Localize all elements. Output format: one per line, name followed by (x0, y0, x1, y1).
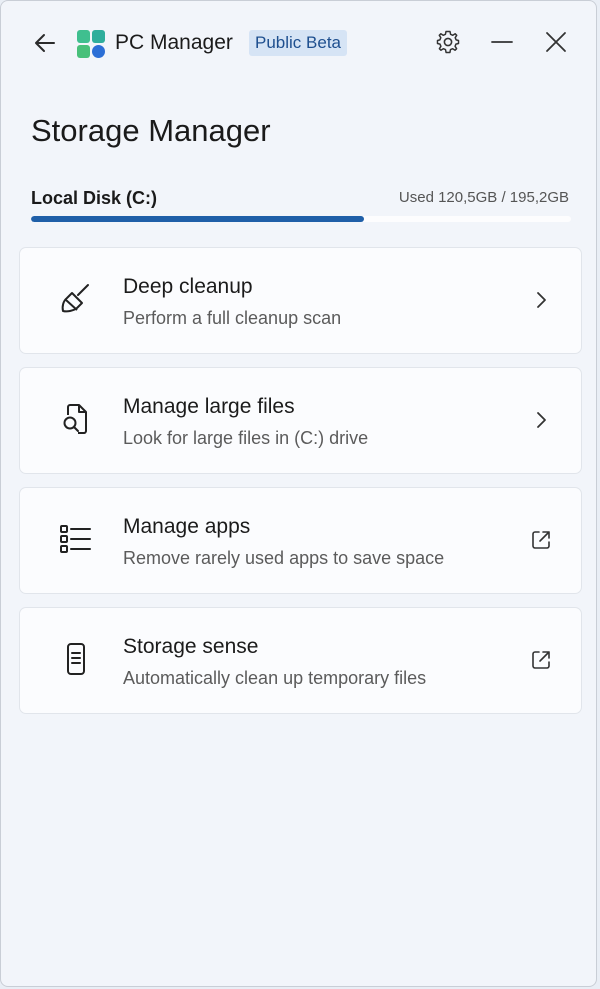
back-button[interactable] (31, 29, 59, 57)
gear-icon (436, 30, 460, 54)
option-description: Look for large files in (C:) drive (123, 428, 369, 448)
option-title: Deep cleanup (123, 275, 253, 298)
disk-usage-text: Used 120,5GB / 195,2GB (398, 189, 569, 206)
settings-button[interactable] (433, 27, 463, 57)
close-button[interactable] (541, 27, 571, 57)
chevron-right-icon (537, 412, 546, 428)
page-title: Storage Manager (31, 113, 271, 148)
minimize-button[interactable] (487, 27, 517, 57)
broom-icon (61, 284, 89, 313)
open-external-icon (532, 531, 550, 549)
disk-label: Local Disk (C:) (31, 188, 158, 208)
option-title: Manage large files (123, 395, 295, 418)
option-description: Automatically clean up temporary files (123, 668, 427, 688)
phone-storage-icon (67, 643, 85, 675)
manage-large-files-card[interactable]: Manage large files Look for large files … (19, 367, 582, 474)
title-bar: PC Manager Public Beta (1, 1, 596, 85)
file-search-icon (63, 404, 87, 434)
storage-sense-card[interactable]: Storage sense Automatically clean up tem… (19, 607, 582, 714)
option-title: Manage apps (123, 515, 251, 538)
back-arrow-icon (35, 34, 55, 52)
option-description: Remove rarely used apps to save space (123, 548, 445, 568)
deep-cleanup-card[interactable]: Deep cleanup Perform a full cleanup scan (19, 247, 582, 354)
disk-usage-bar (31, 216, 571, 222)
manage-apps-card[interactable]: Manage apps Remove rarely used apps to s… (19, 487, 582, 594)
minimize-icon (491, 41, 513, 43)
open-external-icon (532, 651, 550, 669)
app-logo-icon (77, 30, 105, 58)
chevron-right-icon (537, 292, 546, 308)
pc-manager-window: PC Manager Public Beta Storage Manager L… (0, 0, 597, 987)
app-list-icon (60, 525, 91, 553)
option-title: Storage sense (123, 635, 259, 658)
option-description: Perform a full cleanup scan (123, 308, 342, 328)
close-icon (546, 32, 566, 52)
app-title: PC Manager (115, 31, 233, 54)
disk-usage-fill (31, 216, 365, 222)
beta-badge: Public Beta (249, 30, 347, 56)
